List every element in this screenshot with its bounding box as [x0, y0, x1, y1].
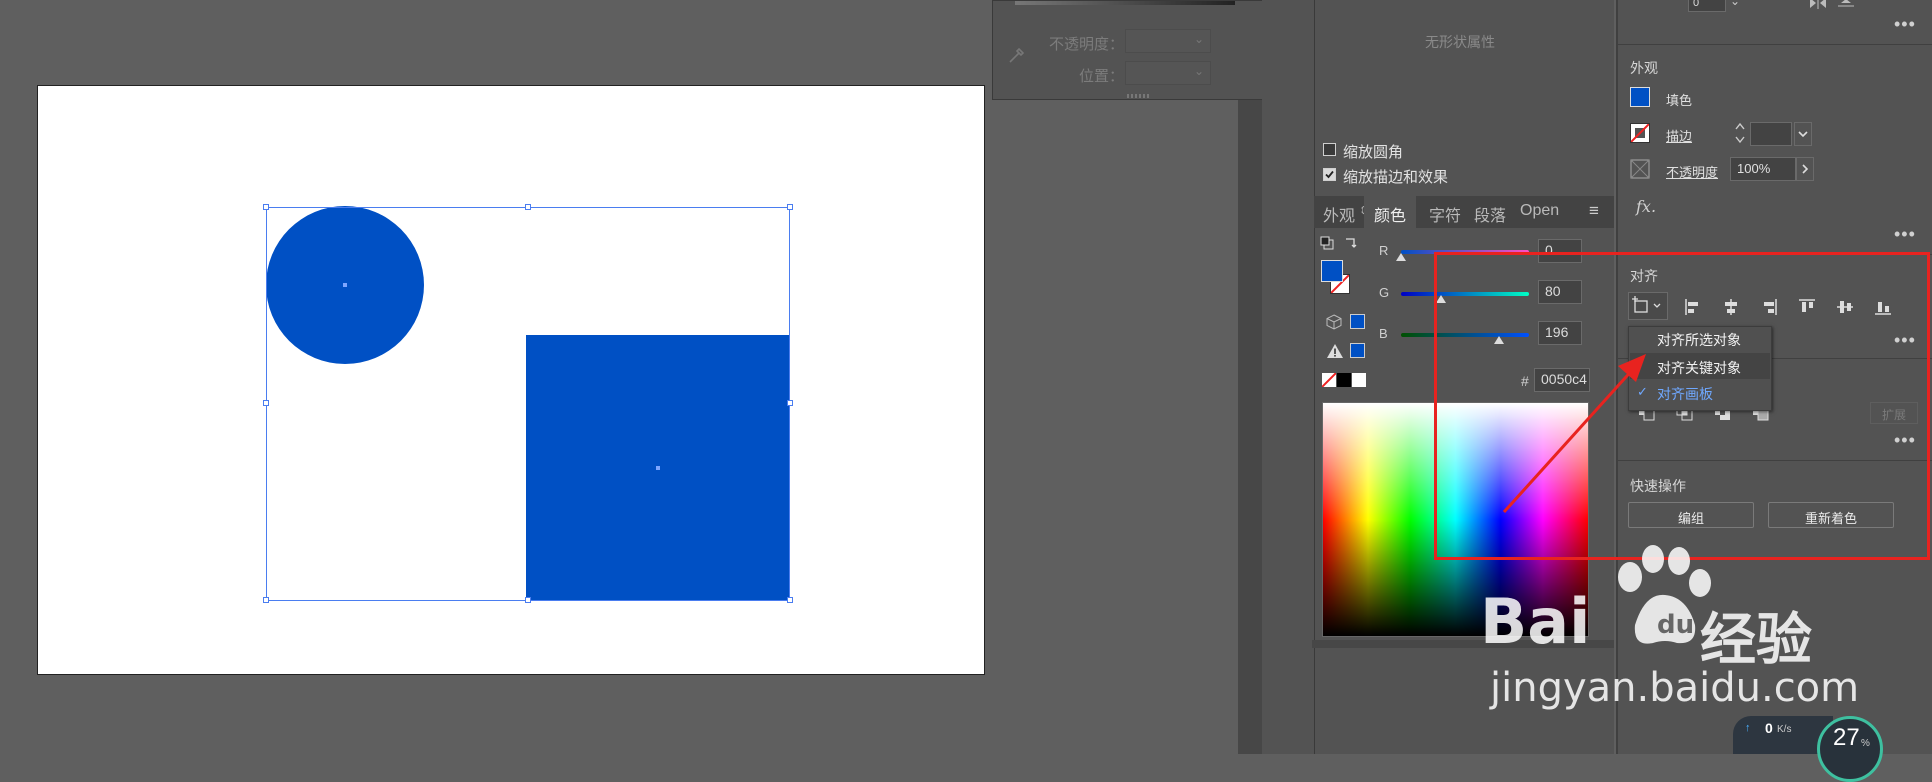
upload-speed: 0	[1765, 720, 1773, 736]
opacity-checker-icon[interactable]	[1630, 159, 1650, 184]
speed-unit: K/s	[1777, 724, 1792, 735]
selection-handle-middle-right[interactable]	[787, 400, 793, 406]
opacity-dropdown[interactable]: ⌄	[1125, 29, 1211, 53]
fill-label: 填色	[1666, 93, 1693, 108]
watermark-brand: Bai	[1480, 585, 1591, 658]
checkmark-icon	[1325, 170, 1334, 179]
baidu-jingyan-watermark: du Bai 经验 jingyan.baidu.com	[1480, 545, 1880, 715]
black-swatch[interactable]	[1337, 373, 1351, 387]
out-of-web-gamut-cube-icon[interactable]	[1326, 314, 1342, 335]
selection-handle-top-left[interactable]	[263, 204, 269, 210]
appearance-section-title: 外观	[1630, 60, 1658, 76]
stroke-color-swatch[interactable]	[1630, 123, 1650, 143]
selection-handle-bottom-right[interactable]	[787, 597, 793, 603]
selection-handle-middle-left[interactable]	[263, 400, 269, 406]
opacity-expand-button[interactable]	[1796, 157, 1814, 181]
upload-arrow-icon: ↑	[1745, 722, 1751, 734]
top-value-input[interactable]: 0	[1688, 0, 1726, 12]
chevron-down-icon: ⌄	[1193, 32, 1204, 46]
eyedropper-icon[interactable]	[1007, 45, 1027, 70]
color-panel-tabbar: 外观 ⇕ 颜色 字符 段落 Open ≡	[1314, 196, 1614, 228]
position-dropdown[interactable]: ⌄	[1125, 61, 1211, 85]
web-safe-swatch[interactable]	[1350, 314, 1365, 329]
white-swatch[interactable]	[1352, 373, 1366, 387]
watermark-url: jingyan.baidu.com	[1490, 665, 1860, 711]
swap-fill-stroke-icon[interactable]	[1344, 236, 1358, 255]
tab-paragraph[interactable]: 段落	[1474, 202, 1506, 226]
fill-swatch[interactable]	[1321, 260, 1343, 282]
more-options-icon[interactable]: •••	[1894, 224, 1916, 245]
selection-handle-bottom-middle[interactable]	[525, 597, 531, 603]
position-label: 位置：	[1079, 68, 1125, 85]
chevron-down-icon: ⌄	[1193, 64, 1204, 78]
watermark-brand-cn: 经验	[1700, 608, 1812, 673]
fx-effects-button[interactable]: fx.	[1636, 197, 1656, 216]
out-of-gamut-warning-icon[interactable]	[1326, 343, 1344, 364]
b-channel-label: B	[1379, 326, 1388, 341]
stroke-weight-dropdown[interactable]	[1794, 122, 1812, 146]
chevron-down-icon[interactable]: ⌄	[1730, 0, 1740, 8]
usage-percent-sign: %	[1861, 738, 1870, 749]
scale-corners-label: 缩放圆角	[1343, 144, 1404, 161]
stroke-weight-stepper[interactable]	[1732, 120, 1748, 146]
network-speed-widget[interactable]: ↑ 0 K/s 27 %	[1733, 716, 1883, 782]
g-channel-label: G	[1379, 285, 1390, 300]
default-fill-stroke-icon[interactable]	[1320, 236, 1334, 255]
more-options-icon[interactable]: •••	[1894, 14, 1916, 35]
scale-corners-checkbox[interactable]	[1323, 143, 1336, 156]
panel-menu-icon[interactable]: ≡	[1589, 201, 1599, 221]
tab-color[interactable]: 颜色	[1374, 202, 1406, 226]
tab-character[interactable]: 字符	[1429, 202, 1461, 226]
in-gamut-swatch[interactable]	[1350, 343, 1365, 358]
selection-handle-top-right[interactable]	[787, 204, 793, 210]
usage-percent: 27	[1833, 724, 1860, 751]
stroke-weight-input[interactable]	[1750, 122, 1792, 146]
tab-opentype[interactable]: Open	[1520, 202, 1559, 220]
flip-horizontal-icon[interactable]	[1808, 0, 1828, 14]
tab-appearance[interactable]: 外观	[1323, 202, 1355, 226]
annotation-arrow	[1502, 354, 1646, 514]
dock-divider[interactable]	[1238, 100, 1262, 754]
no-shape-properties-text: 无形状属性	[1425, 34, 1495, 50]
gradient-slider[interactable]	[1015, 1, 1235, 5]
r-slider-thumb[interactable]	[1396, 253, 1406, 261]
selection-bounding-box[interactable]	[266, 207, 790, 601]
panel-resize-grip[interactable]	[1127, 94, 1151, 98]
opacity-label: 不透明度：	[1049, 36, 1125, 53]
section-divider	[1618, 44, 1932, 45]
svg-text:du: du	[1657, 610, 1694, 640]
opacity-label[interactable]: 不透明度	[1666, 162, 1718, 181]
dock-strip	[1262, 0, 1314, 754]
stroke-label[interactable]: 描边	[1666, 126, 1692, 145]
selection-handle-bottom-left[interactable]	[263, 597, 269, 603]
fill-color-swatch[interactable]	[1630, 87, 1650, 107]
scale-strokes-label: 缩放描边和效果	[1343, 169, 1449, 186]
opacity-value-input[interactable]: 100%	[1730, 157, 1796, 181]
r-channel-label: R	[1379, 243, 1389, 258]
selection-handle-top-middle[interactable]	[525, 204, 531, 210]
scale-strokes-checkbox[interactable]	[1323, 168, 1336, 181]
paw-logo-icon: du	[1605, 545, 1715, 660]
flip-vertical-icon[interactable]	[1838, 0, 1854, 14]
none-color-swatch[interactable]	[1322, 373, 1336, 387]
gradient-panel: 不透明度： ⌄ 位置： ⌄	[992, 0, 1282, 100]
